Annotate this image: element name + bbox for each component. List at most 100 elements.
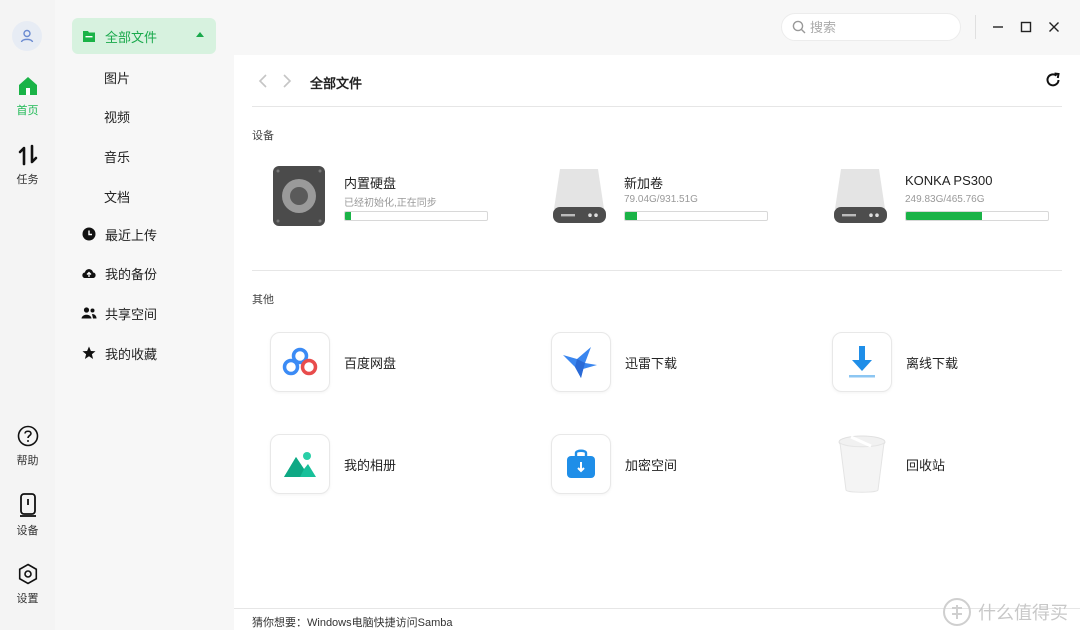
star-icon (81, 345, 97, 361)
minimize-button[interactable] (987, 16, 1009, 38)
watermark-text: 什么值得买 (978, 603, 1068, 623)
device-capacity: 249.83G/465.76G (905, 194, 985, 205)
device-usage-bar (624, 211, 768, 221)
left-rail: 首页 任务 帮助 设备 设置 (0, 0, 55, 630)
rail-item-device[interactable]: 设备 (0, 493, 55, 538)
baidu-netdisk-icon (282, 347, 318, 376)
refresh-icon[interactable] (1044, 71, 1062, 89)
rail-item-home[interactable]: 首页 (0, 75, 55, 118)
rail-item-settings[interactable]: 设置 (0, 563, 55, 606)
nav-label-recent-upload: 最近上传 (105, 227, 158, 243)
close-button[interactable] (1043, 16, 1065, 38)
rail-label-device: 设备 (16, 525, 39, 537)
search-icon (792, 20, 806, 34)
album-mountain-icon (284, 452, 316, 477)
search-box[interactable] (781, 13, 961, 41)
rail-label-settings: 设置 (16, 593, 39, 605)
device-name: 内置硬盘 (344, 176, 397, 191)
back-arrow-icon[interactable] (256, 73, 270, 89)
secondary-nav: 全部文件 图片 视频 音乐 文档 最近上传 我的备份 共享空间 我的收藏 (55, 0, 234, 630)
maximize-button[interactable] (1015, 16, 1037, 38)
suggestion-link[interactable]: 猜你想要：Windows电脑快捷访问Samba (252, 614, 452, 630)
rail-item-help[interactable]: 帮助 (0, 425, 55, 468)
internal-disk-icon (273, 166, 325, 226)
tile-xunlei-download[interactable]: 迅雷下载 (551, 332, 791, 392)
main-content: 全部文件 设备 内置硬盘 已经初始化,正在同步 (234, 0, 1080, 630)
tile-label: 加密空间 (625, 458, 678, 473)
device-usage-bar (344, 211, 488, 221)
watermark-logo-icon (943, 598, 971, 626)
device-internal-disk[interactable]: 内置硬盘 已经初始化,正在同步 (272, 165, 532, 235)
nav-sub-docs[interactable]: 文档 (104, 187, 130, 206)
settings-icon (18, 563, 37, 585)
tile-recycle-bin[interactable]: 回收站 (832, 434, 1072, 494)
avatar[interactable] (12, 21, 42, 51)
device-usage-fill (906, 212, 983, 220)
maximize-icon (1020, 21, 1032, 33)
clock-icon (81, 226, 97, 242)
breadcrumb-current: 全部文件 (310, 76, 363, 91)
trash-bin-icon (838, 435, 886, 493)
home-icon (18, 77, 37, 95)
watermark: 什么值得买 (942, 597, 1068, 627)
rail-label-help: 帮助 (16, 455, 39, 467)
tile-label: 迅雷下载 (625, 356, 678, 371)
section-divider (252, 270, 1062, 271)
device-usage-bar (905, 211, 1049, 221)
tile-label: 离线下载 (906, 356, 959, 371)
tile-baidu-netdisk[interactable]: 百度网盘 (270, 332, 510, 392)
tile-offline-download[interactable]: 离线下载 (832, 332, 1072, 392)
device-usage-fill (625, 212, 638, 220)
nav-item-favorites[interactable]: 我的收藏 (72, 335, 216, 371)
device-capacity: 79.04G/931.51G (624, 194, 698, 205)
nav-sub-videos[interactable]: 视频 (104, 107, 130, 126)
tile-encrypted-space[interactable]: 加密空间 (551, 434, 791, 494)
status-bar: 猜你想要：Windows电脑快捷访问Samba 什么值得买 (234, 598, 1080, 630)
search-input[interactable] (810, 19, 950, 35)
nav-label-favorites: 我的收藏 (105, 346, 158, 362)
nav-sub-music[interactable]: 音乐 (104, 147, 130, 166)
rail-label-tasks: 任务 (16, 174, 39, 186)
nav-item-backup[interactable]: 我的备份 (72, 255, 216, 291)
nav-item-all-files[interactable]: 全部文件 (72, 18, 216, 54)
download-icon (849, 346, 875, 378)
nav-label-backup: 我的备份 (105, 266, 158, 282)
folder-icon (81, 28, 97, 44)
device-name: 新加卷 (624, 176, 664, 191)
tile-label: 我的相册 (344, 458, 397, 473)
xunlei-bird-icon (563, 347, 597, 378)
external-drive-icon (553, 169, 606, 223)
user-icon (20, 29, 34, 43)
transfer-icon (18, 144, 37, 166)
forward-arrow-icon[interactable] (280, 73, 294, 89)
device-status: 已经初始化,正在同步 (344, 198, 437, 209)
nav-sub-images[interactable]: 图片 (104, 68, 130, 87)
device-new-volume[interactable]: 新加卷 79.04G/931.51G (552, 165, 812, 235)
device-konka-ps300[interactable]: KONKA PS300 249.83G/465.76G (833, 165, 1080, 235)
help-icon (17, 425, 38, 447)
title-bar (234, 0, 1080, 55)
other-section-title: 其他 (252, 294, 274, 306)
external-drive-icon (834, 169, 887, 223)
minimize-icon (993, 26, 1003, 28)
tile-label: 回收站 (906, 458, 946, 473)
device-icon (19, 493, 36, 517)
app-window: 首页 任务 帮助 设备 设置 全部文件 图片 视频 音乐 文档 最近上传 我的备… (0, 0, 1080, 630)
device-usage-fill (345, 212, 351, 220)
devices-section-title: 设备 (252, 130, 274, 142)
path-bar: 全部文件 (252, 55, 1062, 107)
close-icon (1049, 22, 1059, 32)
nav-label-shared-space: 共享空间 (105, 306, 158, 322)
lock-bag-icon (567, 449, 595, 478)
rail-item-tasks[interactable]: 任务 (0, 144, 55, 187)
title-bar-separator (975, 15, 976, 39)
rail-label-home: 首页 (16, 105, 39, 117)
caret-up-icon (196, 32, 204, 37)
nav-item-shared-space[interactable]: 共享空间 (72, 295, 216, 331)
cloud-upload-icon (81, 265, 97, 281)
nav-item-recent-upload[interactable]: 最近上传 (72, 216, 216, 252)
users-icon (81, 305, 97, 321)
tile-my-album[interactable]: 我的相册 (270, 434, 510, 494)
nav-label-all-files: 全部文件 (105, 29, 158, 45)
device-name: KONKA PS300 (905, 173, 993, 188)
